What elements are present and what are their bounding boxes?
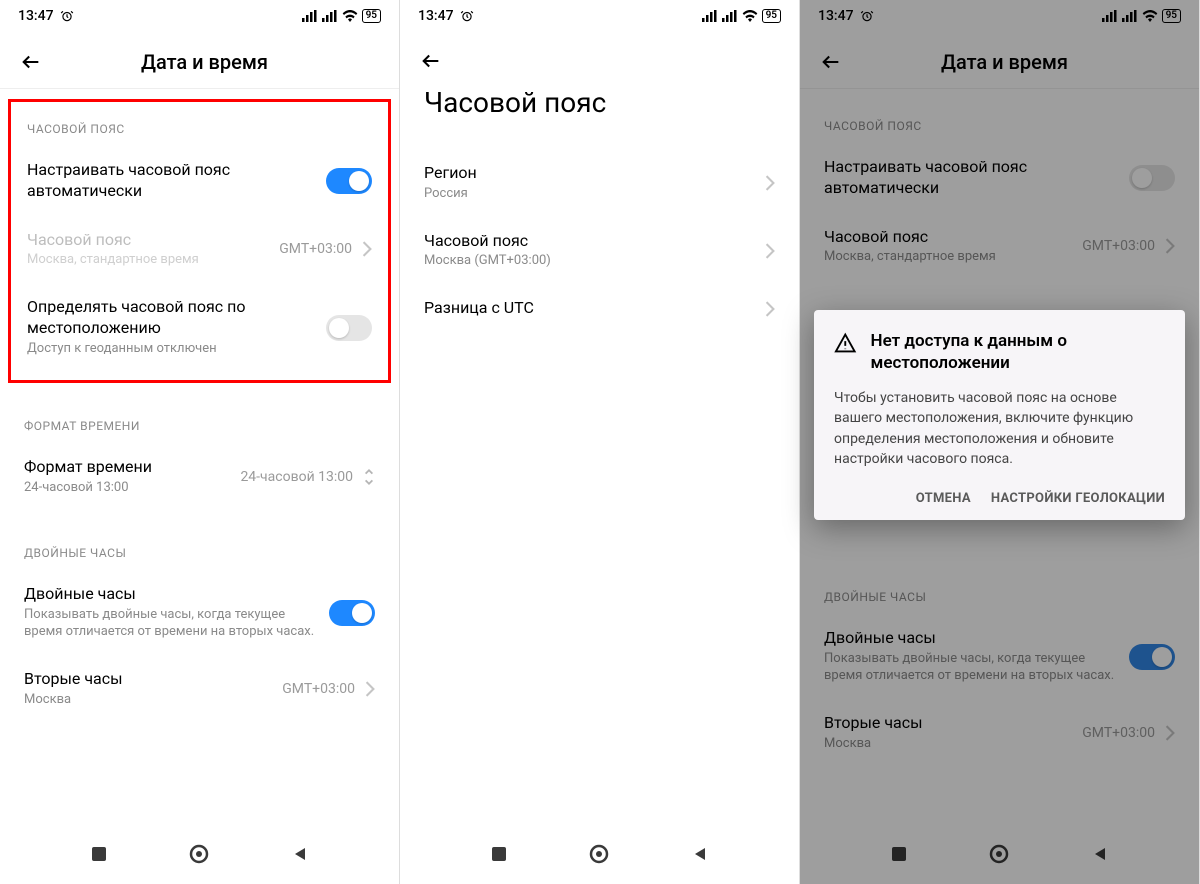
item-title: Определять часовой пояс по местоположени… (27, 297, 316, 339)
chevron-right-icon (765, 301, 775, 317)
nav-bar (800, 828, 1199, 884)
wifi-icon (1142, 10, 1158, 22)
battery-indicator: 95 (762, 9, 781, 23)
page-title: Дата и время (60, 50, 379, 74)
page-title: Дата и время (860, 50, 1179, 74)
status-time: 13:47 (818, 8, 854, 24)
back-icon[interactable] (20, 51, 42, 73)
section-header-dual: ДВОЙНЫЕ ЧАСЫ (0, 510, 399, 570)
item-title: Часовой пояс (27, 230, 269, 251)
item-subtitle: 24-часовой 13:00 (24, 480, 230, 497)
item-title: Регион (424, 163, 755, 184)
item-region[interactable]: Регион Россия (400, 149, 799, 217)
item-subtitle: Доступ к геоданным отключен (27, 341, 316, 358)
back-icon[interactable] (420, 50, 442, 72)
item-subtitle: Россия (424, 186, 755, 203)
item-value: 24-часовой 13:00 (240, 469, 353, 485)
chevron-right-icon (765, 175, 775, 191)
warning-icon (834, 330, 857, 356)
signal-icon (702, 10, 718, 22)
nav-recent-icon[interactable] (91, 846, 107, 866)
phone-screen-2: 13:47 95 Часовой пояс Регион Россия Часо… (400, 0, 800, 884)
updown-icon (363, 468, 375, 486)
nav-recent-icon[interactable] (491, 846, 507, 866)
toggle-auto-timezone[interactable] (1129, 165, 1175, 191)
divider (0, 88, 399, 89)
cancel-button[interactable]: ОТМЕНА (916, 491, 971, 506)
item-time-format[interactable]: Формат времени 24-часовой 13:00 24-часов… (0, 443, 399, 511)
item-value: GMT+03:00 (279, 241, 352, 257)
content-area: ЧАСОВОЙ ПОЯС Настраивать часовой пояс ав… (0, 99, 399, 828)
item-subtitle: Москва (24, 692, 272, 709)
signal-icon (722, 10, 738, 22)
section-header-timezone: ЧАСОВОЙ ПОЯС (11, 102, 388, 146)
signal-icon (1102, 10, 1118, 22)
alarm-icon (860, 9, 874, 23)
status-bar: 13:47 95 (400, 0, 799, 32)
status-time: 13:47 (18, 8, 54, 24)
nav-bar (0, 828, 399, 884)
section-header-format: ФОРМАТ ВРЕМЕНИ (0, 383, 399, 443)
header (400, 32, 799, 76)
status-bar: 13:47 95 (0, 0, 399, 32)
alarm-icon (60, 9, 74, 23)
item-title: Формат времени (24, 457, 230, 478)
item-subtitle: Москва, стандартное время (27, 252, 269, 269)
header: Дата и время (0, 32, 399, 88)
item-timezone[interactable]: Часовой пояс Москва, стандартное время G… (11, 216, 388, 284)
wifi-icon (742, 10, 758, 22)
item-timezone[interactable]: Часовой пояс Москва (GMT+03:00) (400, 217, 799, 285)
item-auto-timezone[interactable]: Настраивать часовой пояс автоматически (11, 146, 388, 216)
nav-recent-icon[interactable] (891, 846, 907, 866)
item-utc-offset[interactable]: Разница с UTC (400, 284, 799, 333)
status-time: 13:47 (418, 8, 454, 24)
toggle-geo-timezone[interactable] (326, 315, 372, 341)
geo-settings-button[interactable]: НАСТРОЙКИ ГЕОЛОКАЦИИ (991, 491, 1165, 506)
annotation-box: ЧАСОВОЙ ПОЯС Настраивать часовой пояс ав… (8, 99, 391, 383)
item-value: GMT+03:00 (282, 681, 355, 697)
page-title: Часовой пояс (400, 76, 799, 149)
phone-screen-3: 13:47 95 Дата и время ЧАСОВОЙ ПОЯС Настр… (800, 0, 1200, 884)
dialog-title: Нет доступа к данным о местоположении (871, 330, 1165, 374)
nav-home-icon[interactable] (589, 844, 609, 868)
item-dual-clock[interactable]: Двойные часы Показывать двойные часы, ко… (0, 570, 399, 655)
battery-indicator: 95 (362, 9, 381, 23)
item-subtitle: Москва (GMT+03:00) (424, 253, 755, 270)
item-title: Разница с UTC (424, 298, 755, 319)
toggle-auto-timezone[interactable] (326, 168, 372, 194)
dialog-body: Чтобы установить часовой пояс на основе … (834, 388, 1165, 469)
content-area: Регион Россия Часовой пояс Москва (GMT+0… (400, 149, 799, 828)
item-second-clock[interactable]: Вторые часы Москва GMT+03:00 (0, 655, 399, 723)
status-bar: 13:47 95 (800, 0, 1199, 32)
chevron-right-icon (362, 241, 372, 257)
item-geo-timezone[interactable]: Определять часовой пояс по местоположени… (11, 283, 388, 371)
chevron-right-icon (365, 681, 375, 697)
toggle-dual-clock[interactable] (1129, 644, 1175, 670)
nav-bar (400, 828, 799, 884)
toggle-dual-clock[interactable] (329, 600, 375, 626)
location-dialog: Нет доступа к данным о местоположении Чт… (814, 310, 1185, 520)
nav-home-icon[interactable] (989, 844, 1009, 868)
phone-screen-1: 13:47 95 Дата и время ЧАСОВОЙ ПОЯС Настр… (0, 0, 400, 884)
alarm-icon (460, 9, 474, 23)
signal-icon (302, 10, 318, 22)
item-title: Двойные часы (24, 584, 319, 605)
signal-icon (322, 10, 338, 22)
item-subtitle: Показывать двойные часы, когда текущее в… (24, 607, 319, 641)
back-icon[interactable] (820, 51, 842, 73)
item-title: Настраивать часовой пояс автоматически (27, 160, 316, 202)
wifi-icon (342, 10, 358, 22)
battery-indicator: 95 (1162, 9, 1181, 23)
nav-back-icon[interactable] (1092, 846, 1108, 866)
nav-back-icon[interactable] (292, 846, 308, 866)
nav-home-icon[interactable] (189, 844, 209, 868)
item-title: Вторые часы (24, 669, 272, 690)
item-title: Часовой пояс (424, 231, 755, 252)
signal-icon (1122, 10, 1138, 22)
chevron-right-icon (765, 243, 775, 259)
nav-back-icon[interactable] (692, 846, 708, 866)
